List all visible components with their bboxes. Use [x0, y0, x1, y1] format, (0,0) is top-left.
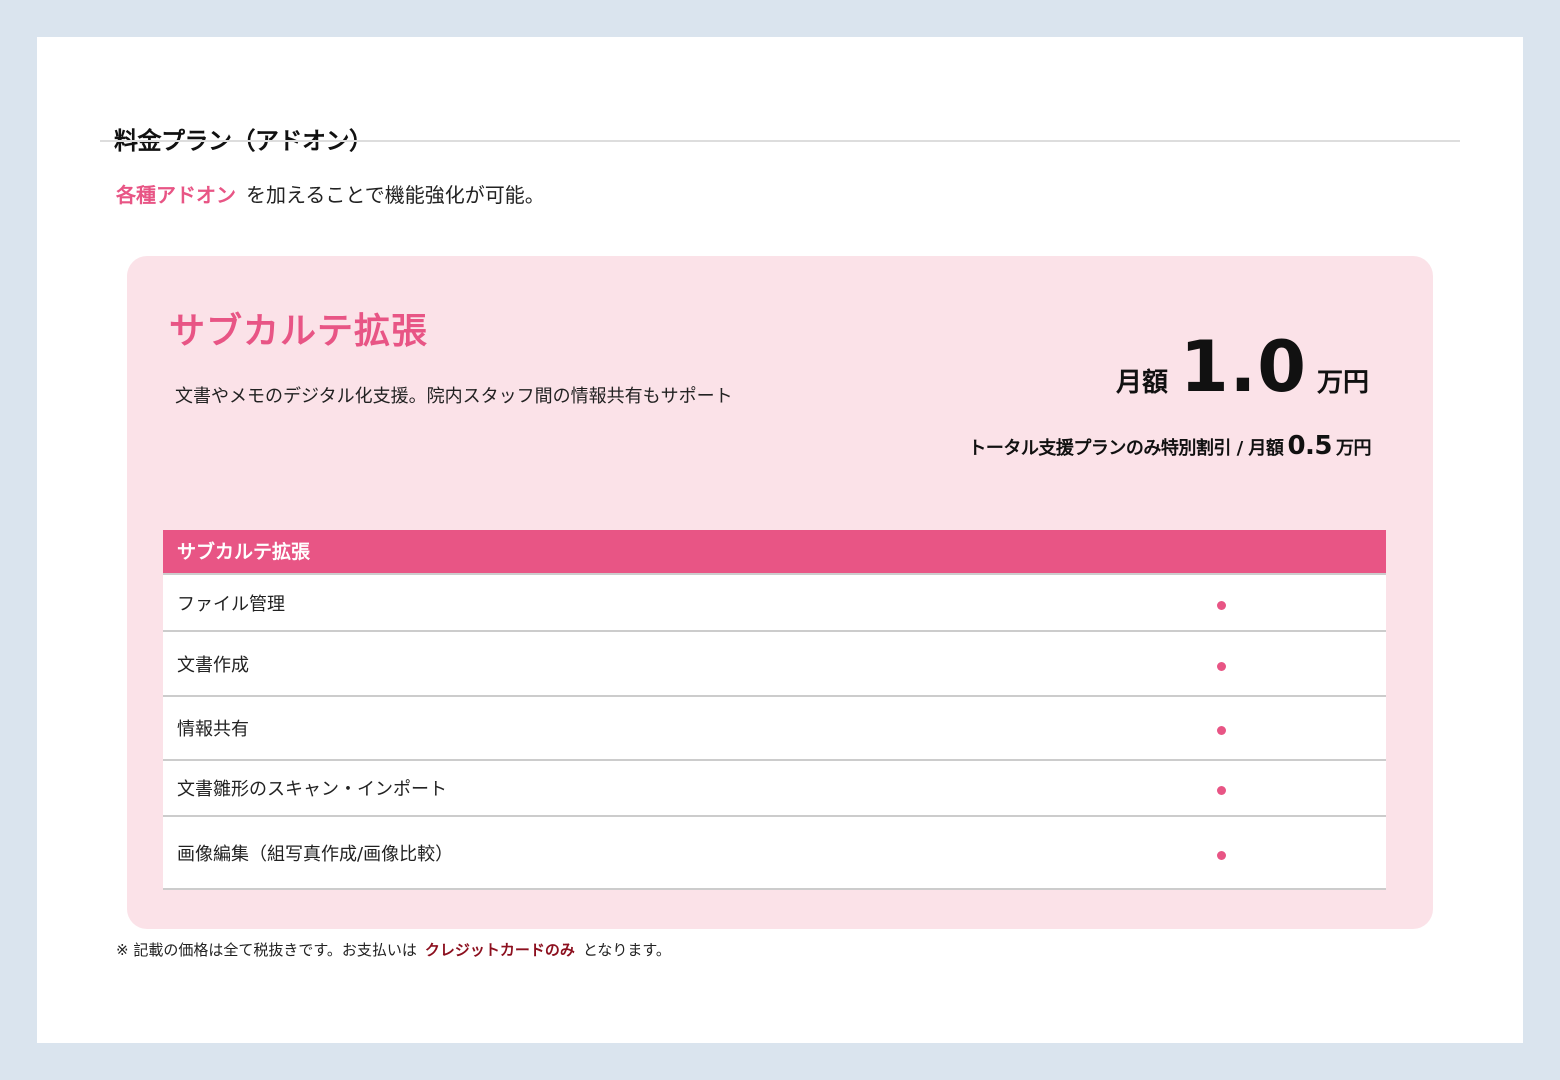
table-row: 情報共有: [163, 697, 1386, 761]
included-dot-icon: [1217, 600, 1226, 610]
included-dot-icon: [1217, 786, 1226, 795]
intro-accent: 各種アドオン: [116, 183, 236, 207]
table-row: 文書作成: [163, 632, 1386, 697]
addon-description: 文書やメモのデジタル化支援。院内スタッフ間の情報共有もサポート: [175, 386, 733, 407]
discount-price: トータル支援プランのみ特別割引 / 月額 0.5 万円: [968, 431, 1371, 461]
title-divider: [100, 140, 1460, 142]
intro-text: 各種アドオン を加えることで機能強化が可能。: [116, 179, 545, 208]
discount-label: トータル支援プランのみ特別割引 / 月額: [968, 438, 1284, 459]
footnote-payment-method: クレジットカードのみ: [424, 941, 575, 959]
table-row: 画像編集（組写真作成/画像比較）: [163, 817, 1386, 888]
included-dot-icon: [1217, 850, 1226, 860]
included-dot-icon: [1217, 661, 1226, 671]
page: 料金プラン（アドオン） 各種アドオン を加えることで機能強化が可能。 サブカルテ拡…: [37, 37, 1523, 1043]
addon-title: サブカルテ拡張: [169, 311, 429, 352]
feature-name: 文書雛形のスキャン・インポート: [177, 779, 447, 800]
price-unit: 万円: [1316, 368, 1369, 398]
feature-name: 画像編集（組写真作成/画像比較）: [177, 843, 454, 865]
table-row: 文書雛形のスキャン・インポート: [163, 761, 1386, 817]
price-value: 1.0: [1179, 326, 1307, 408]
footnote-prefix: ※ 記載の価格は全て税抜きです。お支払いは: [116, 941, 417, 959]
discount-value: 0.5: [1287, 431, 1332, 461]
page-title: 料金プラン（アドオン）: [114, 127, 373, 155]
feature-table: サブカルテ拡張 ファイル管理 文書作成 情報共有 文書雛形のスキャン・インポート…: [163, 530, 1386, 890]
feature-name: 文書作成: [177, 654, 249, 676]
table-row: ファイル管理: [163, 575, 1386, 632]
intro-body: を加えることで機能強化が可能。: [246, 183, 545, 207]
feature-name: ファイル管理: [177, 593, 285, 615]
footnote: ※ 記載の価格は全て税抜きです。お支払いは クレジットカードのみ となります。: [116, 939, 671, 960]
footnote-suffix: となります。: [582, 941, 671, 959]
included-dot-icon: [1217, 726, 1226, 735]
feature-name: 情報共有: [177, 719, 249, 740]
addon-card: サブカルテ拡張 文書やメモのデジタル化支援。院内スタッフ間の情報共有もサポート …: [127, 256, 1433, 929]
table-header: サブカルテ拡張: [163, 530, 1386, 575]
price-label: 月額: [1115, 368, 1168, 398]
monthly-price: 月額 1.0 万円: [1116, 326, 1369, 408]
discount-unit: 万円: [1336, 438, 1372, 459]
